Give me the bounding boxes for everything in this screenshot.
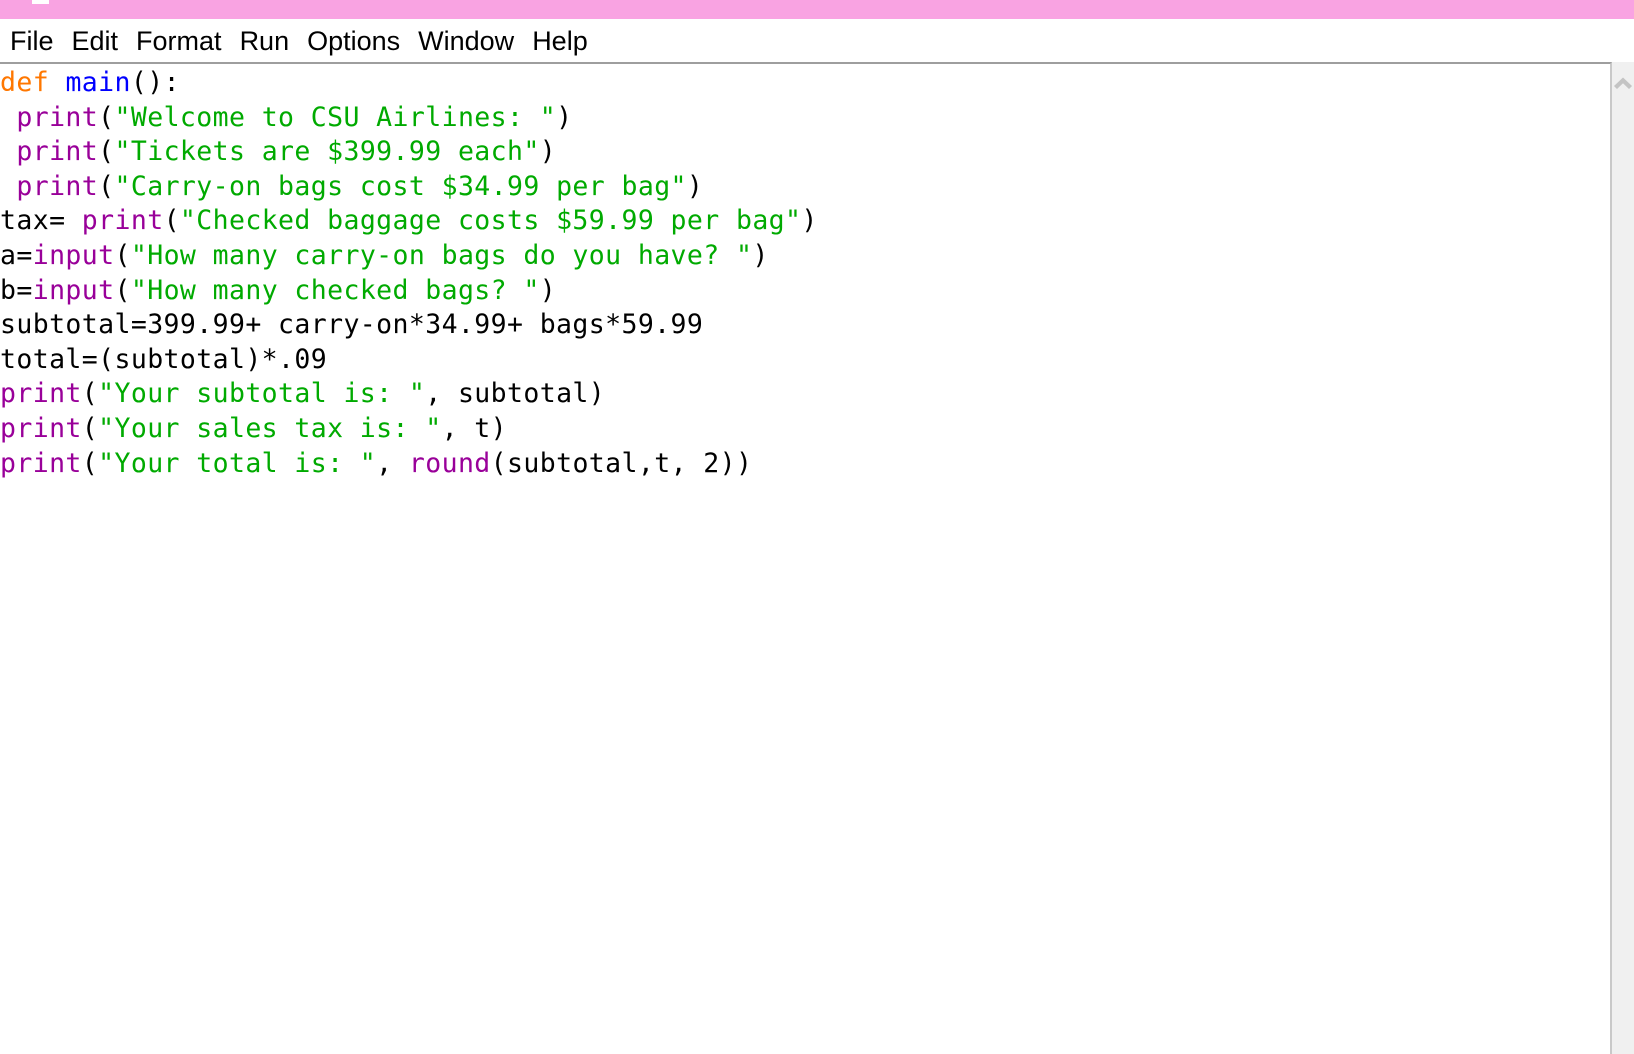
code-token-str: "Carry-on bags cost $34.99 per bag" [114, 170, 687, 202]
python-source-code[interactable]: def main(): print("Welcome to CSU Airlin… [0, 66, 818, 481]
code-token-pl: ) [686, 170, 704, 202]
code-line: def main(): [0, 66, 818, 101]
code-token-pl: ( [98, 136, 115, 168]
code-token-pl: subtotal=399.99+ carry-on*34.99+ bags*59… [0, 309, 704, 341]
code-token-bi: print [16, 136, 99, 168]
code-token-bi: print [0, 378, 82, 410]
code-line: tax= print("Checked baggage costs $59.99… [0, 204, 818, 239]
code-line: print("Tickets are $399.99 each") [0, 135, 818, 170]
menu-file[interactable]: File [6, 26, 63, 56]
code-editor-pane[interactable]: def main(): print("Welcome to CSU Airlin… [0, 62, 1612, 1054]
code-token-pl: , subtotal) [425, 378, 606, 410]
menu-help[interactable]: Help [523, 26, 597, 56]
menubar: File Edit Format Run Options Window Help [0, 19, 1634, 62]
code-line: total=(subtotal)*.09 [0, 343, 818, 378]
menu-options[interactable]: Options [298, 26, 409, 56]
chevron-up-icon[interactable] [1612, 72, 1634, 94]
window-titlebar[interactable] [0, 0, 1634, 19]
code-token-str: "Your subtotal is: " [98, 378, 426, 410]
idle-editor-window: File Edit Format Run Options Window Help… [0, 0, 1634, 1054]
code-token-pl: ( [114, 274, 131, 306]
code-token-pl: b= [0, 274, 33, 306]
code-line: b=input("How many checked bags? ") [0, 274, 818, 309]
code-token-pl: total=(subtotal)*.09 [0, 343, 328, 375]
code-token-pl: a= [0, 239, 33, 271]
code-token-str: "Welcome to CSU Airlines: " [114, 101, 557, 133]
code-line: a=input("How many carry-on bags do you h… [0, 239, 818, 274]
code-token-pl: (): [130, 67, 180, 98]
scrollbar-track[interactable] [1612, 62, 1634, 1054]
menu-run[interactable]: Run [231, 26, 299, 56]
code-line: print("Your subtotal is: ", subtotal) [0, 377, 818, 412]
editor-area: def main(): print("Welcome to CSU Airlin… [0, 62, 1634, 1054]
titlebar-text-fragment [32, 0, 49, 4]
code-token-pl: ( [81, 447, 99, 479]
code-line: subtotal=399.99+ carry-on*34.99+ bags*59… [0, 308, 818, 343]
code-token-fnd: main [65, 67, 131, 98]
code-token-str: "How many carry-on bags do you have? " [130, 239, 753, 271]
code-token-pl: , t) [441, 412, 508, 444]
code-token-str: "Your total is: " [98, 447, 377, 479]
code-token-pl: ( [98, 101, 115, 133]
code-token-pl: ( [81, 412, 99, 444]
code-line: print("Carry-on bags cost $34.99 per bag… [0, 170, 818, 205]
code-token-pl: ) [752, 239, 769, 271]
code-token-bi: print [0, 412, 82, 444]
menu-window[interactable]: Window [409, 26, 523, 56]
code-token-pl: ( [98, 170, 115, 202]
code-line: print("Welcome to CSU Airlines: ") [0, 101, 818, 136]
code-token-bi: print [0, 447, 82, 479]
code-token-bi: input [32, 239, 115, 271]
code-token-pl: ) [539, 274, 557, 306]
code-line: print("Your total is: ", round(subtotal,… [0, 447, 818, 482]
code-token-str: "How many checked bags? " [130, 274, 540, 306]
menu-edit[interactable]: Edit [63, 26, 128, 56]
code-token-pl: ) [801, 205, 818, 237]
code-token-pl: ( [163, 205, 180, 237]
code-token-pl: tax= [0, 205, 82, 237]
code-line: print("Your sales tax is: ", t) [0, 412, 818, 447]
menu-format[interactable]: Format [127, 26, 231, 56]
code-token-pl: (subtotal,t, 2)) [490, 447, 753, 479]
code-token-kw: def [0, 67, 50, 98]
code-token-pl: ) [539, 136, 557, 168]
code-token-bi: input [32, 274, 115, 306]
code-token-bi: round [408, 447, 491, 479]
code-token-bi: print [81, 205, 164, 237]
code-token-pl: , [376, 447, 409, 479]
code-token-pl: ( [81, 378, 99, 410]
code-token-str: "Tickets are $399.99 each" [114, 136, 540, 168]
code-token-str: "Your sales tax is: " [98, 412, 442, 444]
code-token-pl: ( [114, 239, 131, 271]
code-token-bi: print [16, 170, 99, 202]
code-token-bi: print [16, 101, 99, 133]
code-token-str: "Checked baggage costs $59.99 per bag" [179, 205, 802, 237]
vertical-scrollbar[interactable] [1612, 62, 1634, 1054]
code-token-pl: ) [556, 101, 573, 133]
